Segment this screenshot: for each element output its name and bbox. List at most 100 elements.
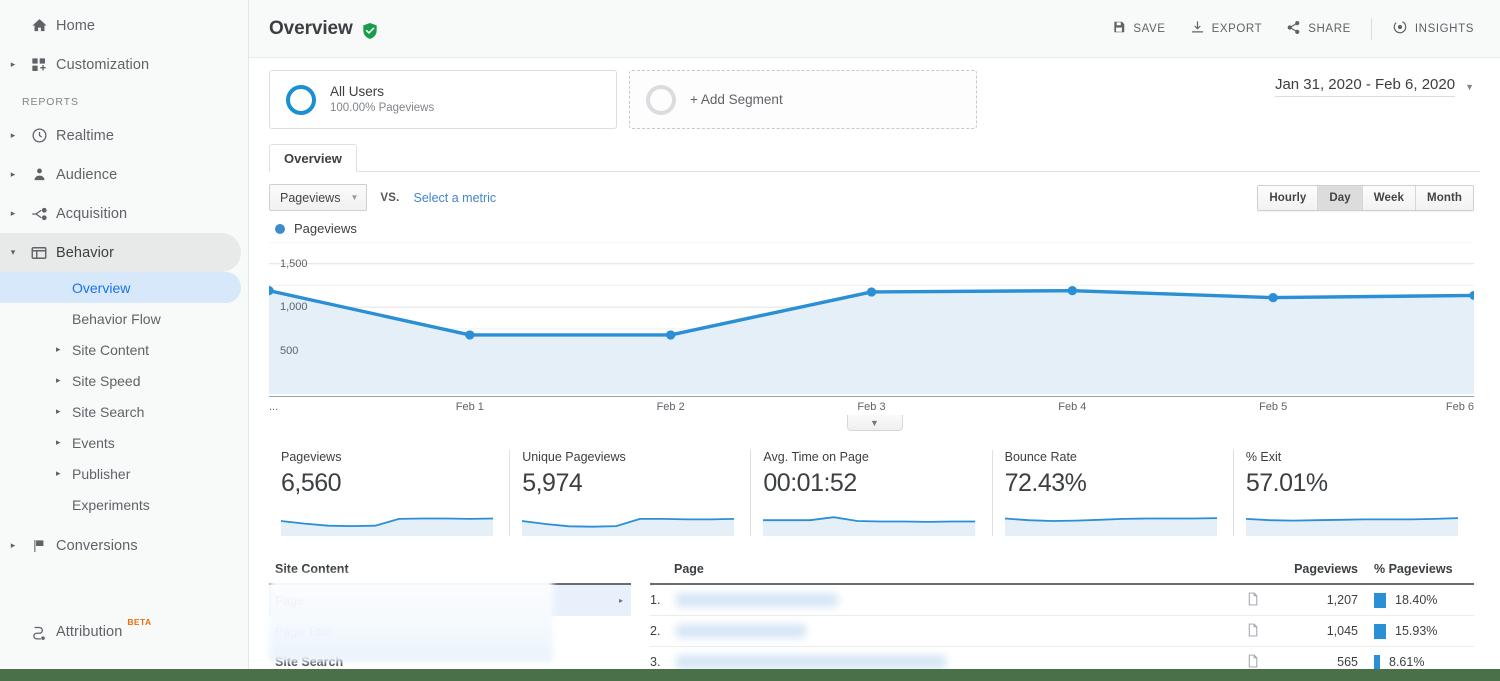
acquisition-expand-arrow[interactable]: ▸ [0,209,22,218]
conversions-expand-arrow[interactable]: ▸ [0,541,22,550]
metric-card[interactable]: Unique Pageviews5,974 [510,450,751,536]
chart-xtick: Feb 1 [456,401,484,413]
metric-card-label: Pageviews [281,450,493,464]
realtime-expand-arrow[interactable]: ▸ [0,131,22,140]
sidebar-item-realtime[interactable]: ▸ Realtime [0,116,248,155]
sidebar-item-behavior-flow[interactable]: Behavior Flow [0,303,248,334]
metric-controls: Pageviews ▼ VS. Select a metric Hourly D… [249,172,1500,211]
behavior-collapse-arrow[interactable]: ▾ [0,248,22,257]
metric-card[interactable]: Pageviews 6,560 [269,450,510,536]
metric-card-value: 5,974 [522,467,734,499]
chart-xtick: Feb 4 [1058,401,1086,413]
chart-plot-area[interactable]: 1,500 1,000 500 [269,242,1474,394]
site-content-expand-arrow[interactable]: ▸ [56,345,68,354]
chart-xtick: Feb 5 [1259,401,1287,413]
row-pct-pageviews: 15.93% [1358,624,1474,639]
sidebar-item-overview[interactable]: Overview [0,272,241,303]
clock-icon [22,127,56,144]
row-index: 3. [650,655,674,669]
metric-select-dropdown[interactable]: Pageviews ▼ [269,184,367,211]
chart-xtick: Feb 6 [1446,401,1474,413]
segment-bar: All Users 100.00% Pageviews + Add Segmen… [249,58,1500,129]
export-button[interactable]: EXPORT [1178,14,1275,44]
sidebar-item-home[interactable]: Home [0,6,248,45]
granularity-week[interactable]: Week [1363,186,1416,210]
redacted-page-url [676,655,946,669]
document-icon[interactable] [1232,592,1272,609]
sidebar-label-site-content: Site Content [72,342,149,358]
sidebar-item-experiments[interactable]: Experiments [0,489,248,520]
site-search-expand-arrow[interactable]: ▸ [56,407,68,416]
document-icon[interactable] [1232,623,1272,640]
site-speed-expand-arrow[interactable]: ▸ [56,376,68,385]
analytics-app: Home ▸ Customization REPORTS ▸ Realtime … [0,0,1500,681]
insights-button[interactable]: INSIGHTS [1380,13,1486,44]
legend-dot-icon [275,224,285,234]
chart-ytick-1500: 1,500 [280,258,308,270]
share-button[interactable]: SHARE [1274,14,1363,44]
pages-table-body: 1.1,20718.40%2.1,04515.93%3.5658.61% [650,585,1474,678]
granularity-hourly[interactable]: Hourly [1258,186,1318,210]
sidebar-label-experiments: Experiments [72,497,150,513]
sidebar-item-behavior[interactable]: ▾ Behavior [0,233,241,272]
site-content-dimension-list: Site Content Page ▸ Page Title Site Sear… [269,562,631,678]
dimension-row-page-title[interactable]: Page Title [269,616,631,647]
add-segment-button[interactable]: + Add Segment [629,70,977,129]
sidebar-item-acquisition[interactable]: ▸ Acquisition [0,194,248,233]
date-range-picker[interactable]: Jan 31, 2020 - Feb 6, 2020 ▼ [1275,76,1474,97]
sidebar-item-customization[interactable]: ▸ Customization [0,45,248,84]
segment-name: All Users [330,83,434,100]
bottom-tables: Site Content Page ▸ Page Title Site Sear… [269,562,1474,678]
main-content: Overview SAVE EXPORT [249,0,1500,681]
sidebar-item-events[interactable]: ▸ Events [0,427,248,458]
row-index: 1. [650,593,674,607]
row-page-cell[interactable] [674,585,1232,615]
behavior-icon [22,244,56,262]
row-pct-pageviews: 8.61% [1358,655,1474,670]
home-icon [22,17,56,34]
sidebar-label-conversions: Conversions [56,538,138,554]
chevron-down-icon: ▼ [350,193,358,202]
sidebar-item-site-content[interactable]: ▸ Site Content [0,334,248,365]
metric-card-sparkline [1246,502,1458,536]
sidebar-item-attribution[interactable]: Attribution BETA [0,615,248,649]
chart-xtick: ... [269,401,278,413]
granularity-day-label: Day [1329,192,1350,204]
segment-all-users[interactable]: All Users 100.00% Pageviews [269,70,617,129]
sidebar-item-site-search[interactable]: ▸ Site Search [0,396,248,427]
metric-card-value: 57.01% [1246,467,1458,499]
sidebar-item-site-speed[interactable]: ▸ Site Speed [0,365,248,396]
customization-icon [22,57,56,73]
topbar-actions: SAVE EXPORT SHARE [1100,13,1486,44]
acquisition-icon [22,205,56,223]
metric-card[interactable]: % Exit57.01% [1234,450,1474,536]
metric-card-value: 6,560 [281,467,493,499]
publisher-expand-arrow[interactable]: ▸ [56,469,68,478]
sidebar-item-publisher[interactable]: ▸ Publisher [0,458,248,489]
sidebar-item-conversions[interactable]: ▸ Conversions [0,526,248,565]
granularity-day[interactable]: Day [1318,186,1362,210]
select-a-metric-link[interactable]: Select a metric [414,191,497,205]
dimension-label-page: Page [275,594,304,608]
metric-card[interactable]: Bounce Rate72.43% [993,450,1234,536]
metric-card-sparkline [1005,502,1217,536]
row-page-cell[interactable] [674,616,1232,646]
sidebar-item-audience[interactable]: ▸ Audience [0,155,248,194]
dimension-row-page[interactable]: Page ▸ [269,585,631,616]
metric-card[interactable]: Avg. Time on Page00:01:52 [751,450,992,536]
audience-expand-arrow[interactable]: ▸ [0,170,22,179]
events-expand-arrow[interactable]: ▸ [56,438,68,447]
table-row[interactable]: 1.1,20718.40% [650,585,1474,616]
save-button[interactable]: SAVE [1100,14,1177,43]
tab-overview-label: Overview [284,151,342,166]
save-label: SAVE [1133,23,1165,35]
row-pct-value: 18.40% [1395,593,1437,607]
customization-expand-arrow[interactable]: ▸ [0,60,22,69]
add-segment-ring-icon [646,85,676,115]
table-row[interactable]: 2.1,04515.93% [650,616,1474,647]
flag-icon [22,538,56,554]
granularity-month[interactable]: Month [1416,186,1473,210]
chart-collapse-handle[interactable]: ▼ [847,415,903,431]
document-icon[interactable] [1232,654,1272,671]
tab-overview[interactable]: Overview [269,144,357,172]
